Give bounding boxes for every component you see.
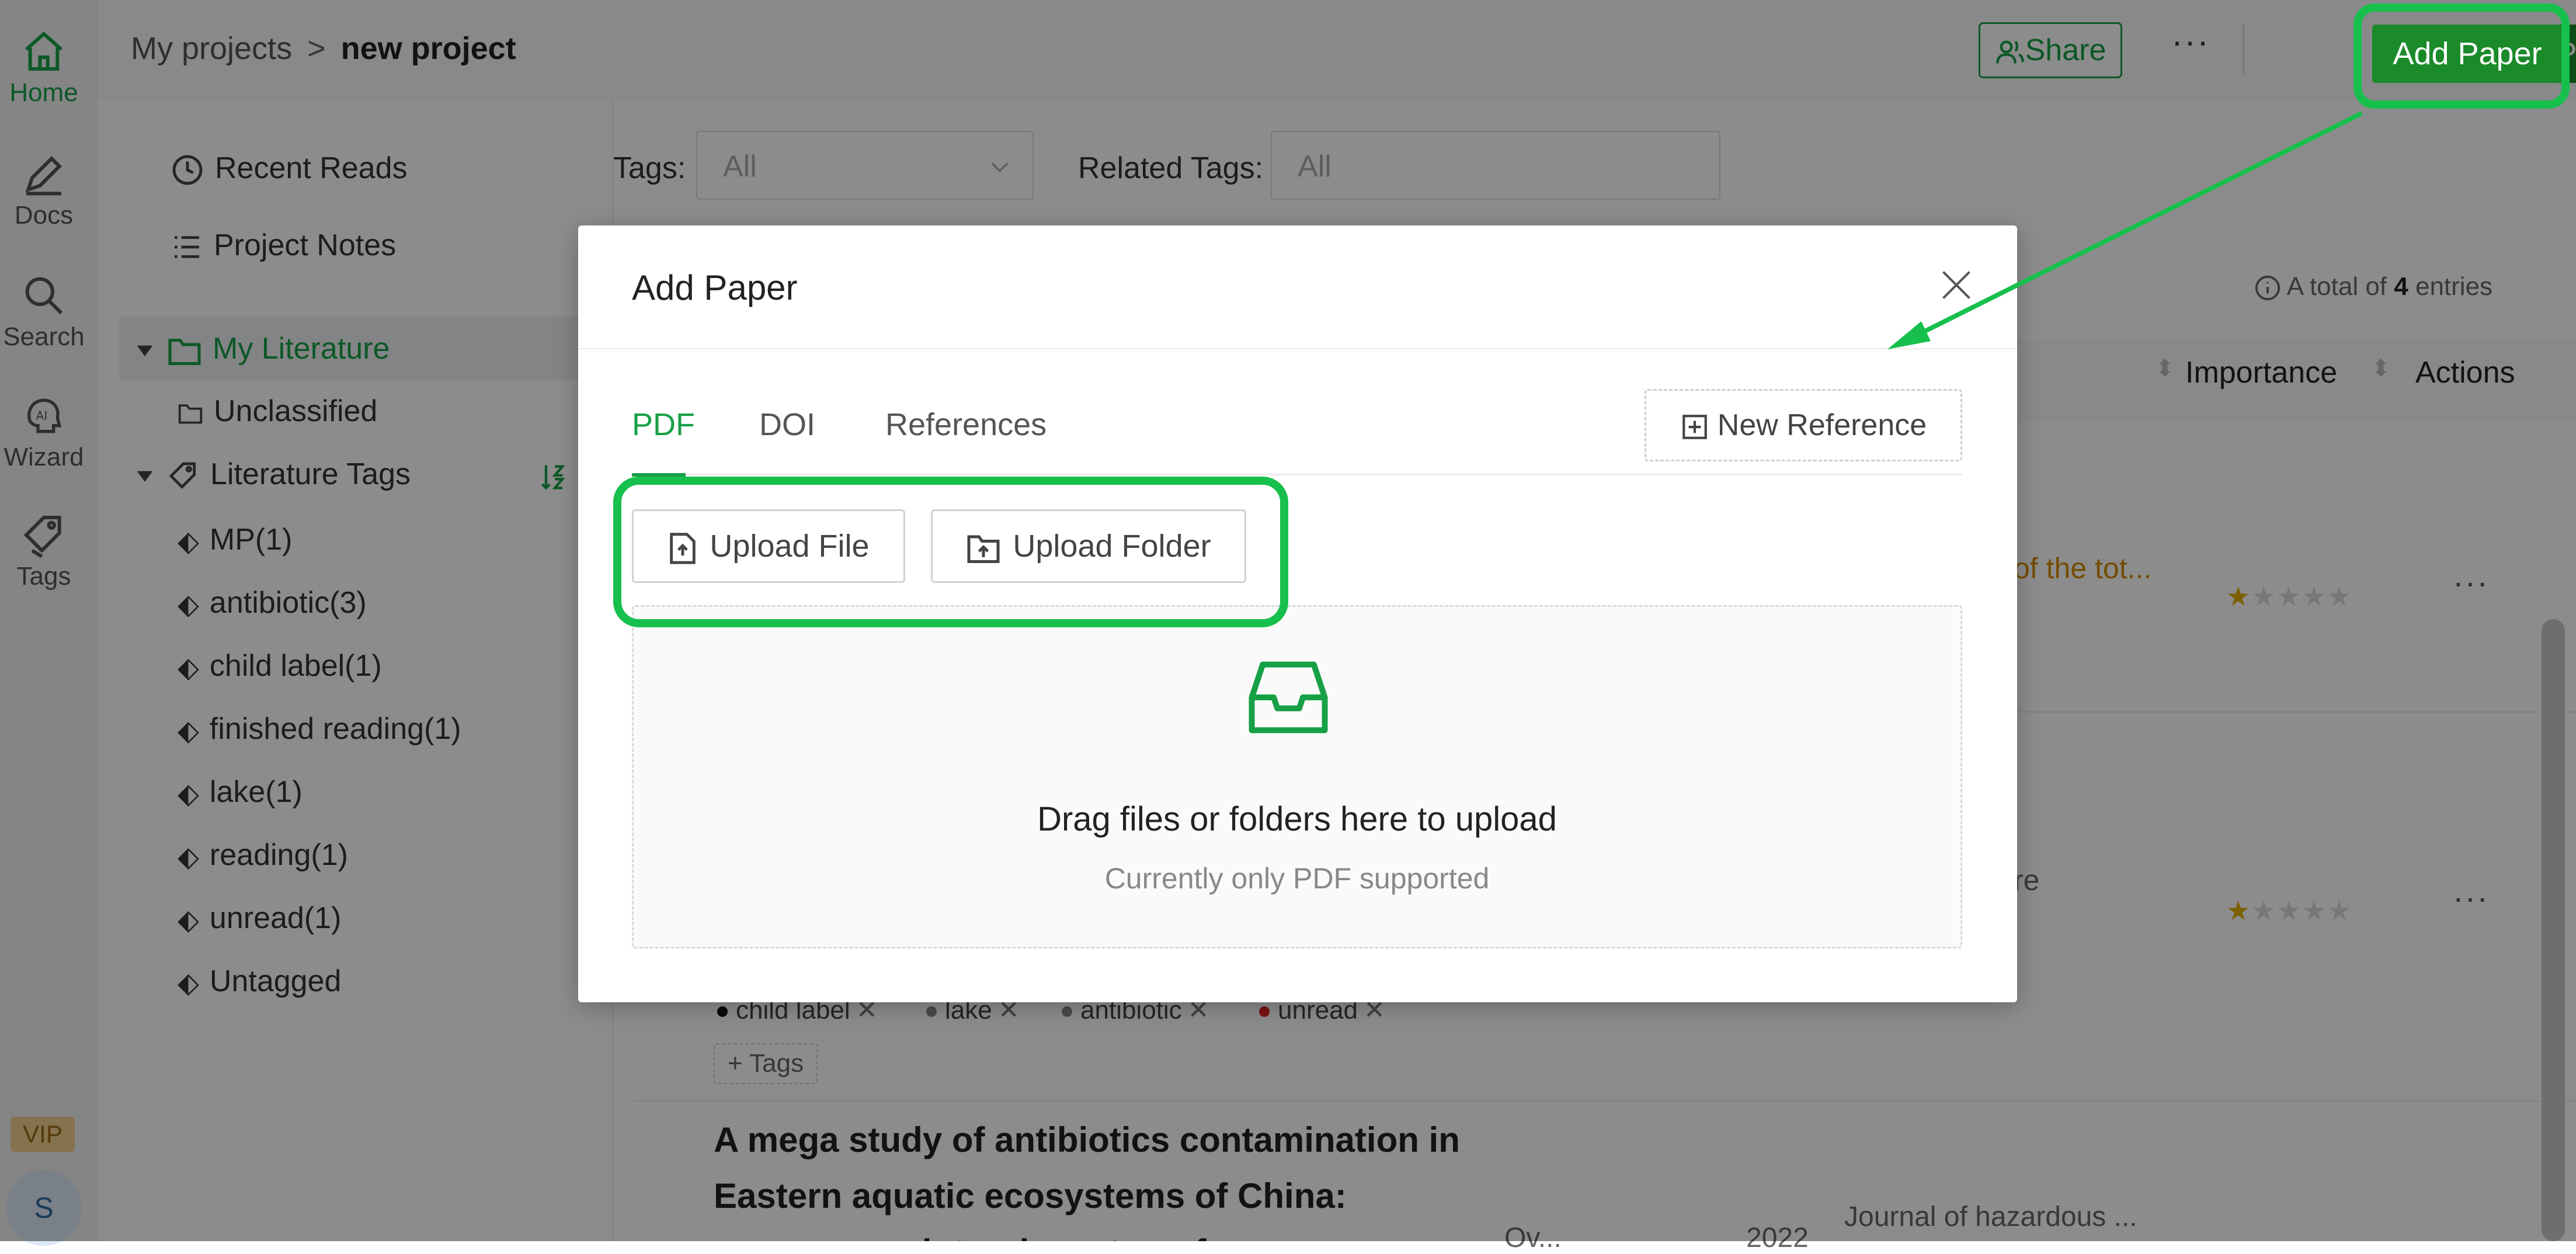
app-window: Home Docs Search AI Wizard Tags VIP S My… xyxy=(0,0,2576,1253)
tab-doi[interactable]: DOI xyxy=(759,407,815,443)
tab-references[interactable]: References xyxy=(885,407,1047,443)
dialog-title: Add Paper xyxy=(632,268,798,307)
dropzone-instruction: Drag files or folders here to upload xyxy=(1037,800,1557,838)
upload-dropzone[interactable]: Drag files or folders here to upload Cur… xyxy=(632,605,1962,949)
annotation-highlight-upload-buttons xyxy=(613,477,1288,627)
dropzone-hint: Currently only PDF supported xyxy=(1104,862,1490,895)
new-reference-label: New Reference xyxy=(1717,408,1927,442)
new-reference-button[interactable]: New Reference xyxy=(1645,389,1962,461)
tabs-baseline xyxy=(632,474,1962,475)
close-icon[interactable] xyxy=(1939,268,1974,303)
annotation-highlight-add-paper xyxy=(2353,4,2570,109)
tab-pdf[interactable]: PDF xyxy=(632,407,695,443)
dialog-divider xyxy=(578,348,2017,349)
plus-square-icon xyxy=(1682,415,1707,440)
inbox-icon xyxy=(1249,661,1328,734)
